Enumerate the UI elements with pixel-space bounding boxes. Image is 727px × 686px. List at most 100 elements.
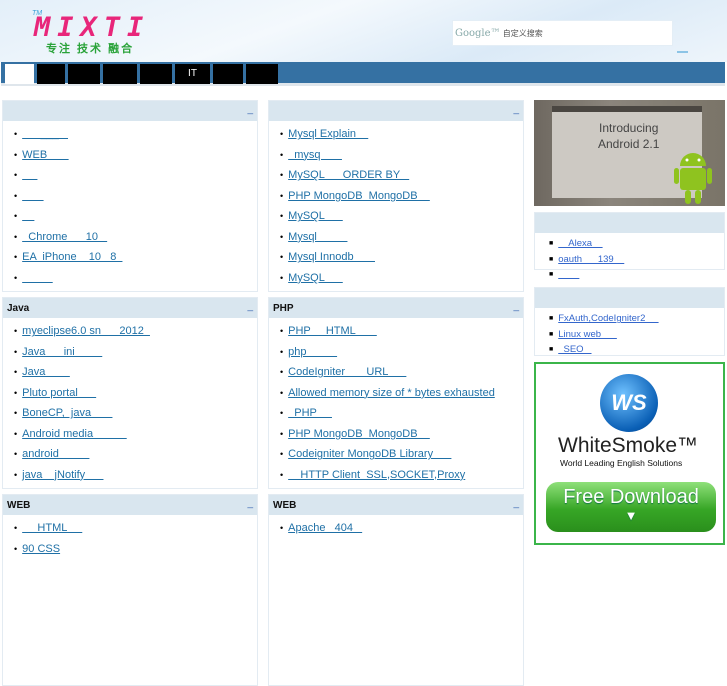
list-item: CodeIgniter URL (280, 362, 523, 383)
list-item: WEB (14, 145, 257, 166)
content-panel: WEB _ Apache 404 (268, 494, 524, 686)
google-logo: Google™ (455, 28, 501, 39)
nav-item-it[interactable]: IT (175, 64, 210, 84)
list-item: myeclipse6.0 sn 2012 (14, 321, 257, 342)
article-link[interactable]: Mysql Innodb (288, 251, 375, 263)
panel-header: WEB _ (3, 495, 257, 515)
article-link[interactable]: Android media (22, 428, 127, 440)
article-link[interactable]: MySQL ORDER BY (288, 169, 409, 181)
article-link[interactable]: Mysql (288, 231, 347, 243)
article-link[interactable]: CodeIgniter URL (288, 366, 406, 378)
article-link[interactable]: HTML (22, 522, 82, 534)
article-link[interactable] (22, 169, 37, 181)
nav-item[interactable] (37, 64, 65, 84)
article-link[interactable]: Codeigniter MongoDB Library (288, 448, 451, 460)
site-slogan: 专注 技术 融合 (46, 43, 135, 55)
article-link[interactable]: oauth 139 (558, 254, 624, 265)
article-link[interactable]: Java (22, 366, 70, 378)
article-link[interactable]: Allowed memory size of * bytes exhausted (288, 387, 495, 399)
minimize-button[interactable]: _ (247, 301, 253, 312)
list-item (549, 267, 724, 283)
free-download-label: Free Download (563, 486, 699, 508)
list-item: Java ini (14, 342, 257, 363)
panel-title: WEB (7, 500, 31, 511)
list-item: Pluto portal (14, 383, 257, 404)
list-item: 90 CSS (14, 539, 257, 560)
list-item: HTML (14, 518, 257, 539)
article-link[interactable]: PHP (288, 407, 332, 419)
minimize-button[interactable]: _ (513, 498, 519, 509)
minimize-button[interactable]: _ (247, 498, 253, 509)
list-item: Codeigniter MongoDB Library (280, 444, 523, 465)
article-link[interactable]: Pluto portal (22, 387, 96, 399)
article-link[interactable]: PHP MongoDB MongoDB (288, 428, 430, 440)
article-link[interactable]: myeclipse6.0 sn 2012 (22, 325, 150, 337)
article-link[interactable]: Alexa (558, 238, 602, 249)
free-download-button[interactable]: Free Download ▼ (546, 482, 716, 532)
site-header: TM MIXTI 专注 技术 融合 Google™ 自定义搜索 (0, 0, 727, 62)
list-item: BoneCP, java (14, 403, 257, 424)
nav-item[interactable] (103, 64, 137, 84)
article-link[interactable]: FxAuth,CodeIgniter2 (558, 313, 658, 324)
nav-item[interactable] (68, 64, 100, 84)
list-item: Allowed memory size of * bytes exhausted (280, 383, 523, 404)
article-link[interactable]: PHP MongoDB MongoDB (288, 190, 430, 202)
article-link[interactable]: mysq (288, 149, 342, 161)
list-item: Mysql Explain (280, 124, 523, 145)
list-item: Chrome 10 (14, 227, 257, 248)
article-link[interactable]: MySQL (288, 210, 343, 222)
article-link[interactable]: PHP HTML (288, 325, 377, 337)
article-link[interactable] (22, 190, 43, 202)
whitesmoke-ad[interactable]: WS WhiteSmoke™ World Leading English Sol… (534, 362, 725, 545)
list-item: SEO (549, 342, 724, 358)
site-logo[interactable]: MIXTI (34, 12, 150, 43)
article-link[interactable]: Mysql Explain (288, 128, 368, 140)
search-input[interactable]: Google™ 自定义搜索 (452, 20, 673, 46)
article-link[interactable]: Chrome 10 (22, 231, 107, 243)
article-link[interactable]: EA iPhone 10 8 (22, 251, 122, 263)
list-item: EA iPhone 10 8 (14, 247, 257, 268)
android-ad-line2: Android 2.1 (598, 137, 660, 151)
article-link[interactable]: BoneCP, java (22, 407, 112, 419)
article-link[interactable]: WEB (22, 149, 68, 161)
list-item: java jNotify (14, 465, 257, 486)
minimize-button[interactable]: _ (513, 301, 519, 312)
nav-item[interactable] (140, 64, 172, 84)
content-panel: Java _ myeclipse6.0 sn 2012 Java ini Java … (2, 297, 258, 489)
content-panel: _ ___ WEB Chrome 10 EA iPhone 10 8 (2, 100, 258, 292)
article-link[interactable] (558, 269, 579, 280)
article-link[interactable]: SEO (558, 344, 591, 355)
article-link[interactable]: android (22, 448, 89, 460)
minimize-button[interactable]: _ (513, 104, 519, 115)
nav-item[interactable] (246, 64, 278, 84)
list-item: MySQL ORDER BY (280, 165, 523, 186)
content-panel: WEB _ HTML 90 CSS (2, 494, 258, 686)
list-item: php (280, 342, 523, 363)
article-link[interactable]: MySQL (288, 272, 343, 284)
android-ad-text: Introducing Android 2.1 (598, 120, 659, 152)
list-item: Android media (14, 424, 257, 445)
article-link[interactable] (22, 272, 53, 284)
article-link[interactable]: php (288, 346, 337, 358)
article-link[interactable]: Apache 404 (288, 522, 362, 534)
panel-header: WEB _ (269, 495, 523, 515)
article-link[interactable]: HTTP Client SSL,SOCKET,Proxy (288, 469, 465, 481)
side-panel-header (535, 213, 724, 233)
list-item: Apache 404 (280, 518, 523, 539)
side-panel-2: FxAuth,CodeIgniter2 Linux web SEO (534, 287, 725, 356)
article-link[interactable]: ___ (22, 128, 68, 140)
list-item: PHP MongoDB MongoDB (280, 424, 523, 445)
minimize-button[interactable]: _ (247, 104, 253, 115)
nav-item[interactable] (213, 64, 243, 84)
article-link[interactable] (22, 210, 34, 222)
android-ad-image[interactable]: Introducing Android 2.1 (534, 100, 725, 206)
search-button[interactable] (677, 51, 688, 53)
article-link[interactable]: java jNotify (22, 469, 103, 481)
list-item: MySQL (280, 268, 523, 289)
nav-item-home[interactable] (5, 64, 34, 84)
panel-header: PHP _ (269, 298, 523, 318)
list-item: Linux web (549, 327, 724, 343)
article-link[interactable]: Linux web (558, 329, 617, 340)
list-item: ___ (14, 124, 257, 145)
article-link[interactable]: Java ini (22, 346, 102, 358)
